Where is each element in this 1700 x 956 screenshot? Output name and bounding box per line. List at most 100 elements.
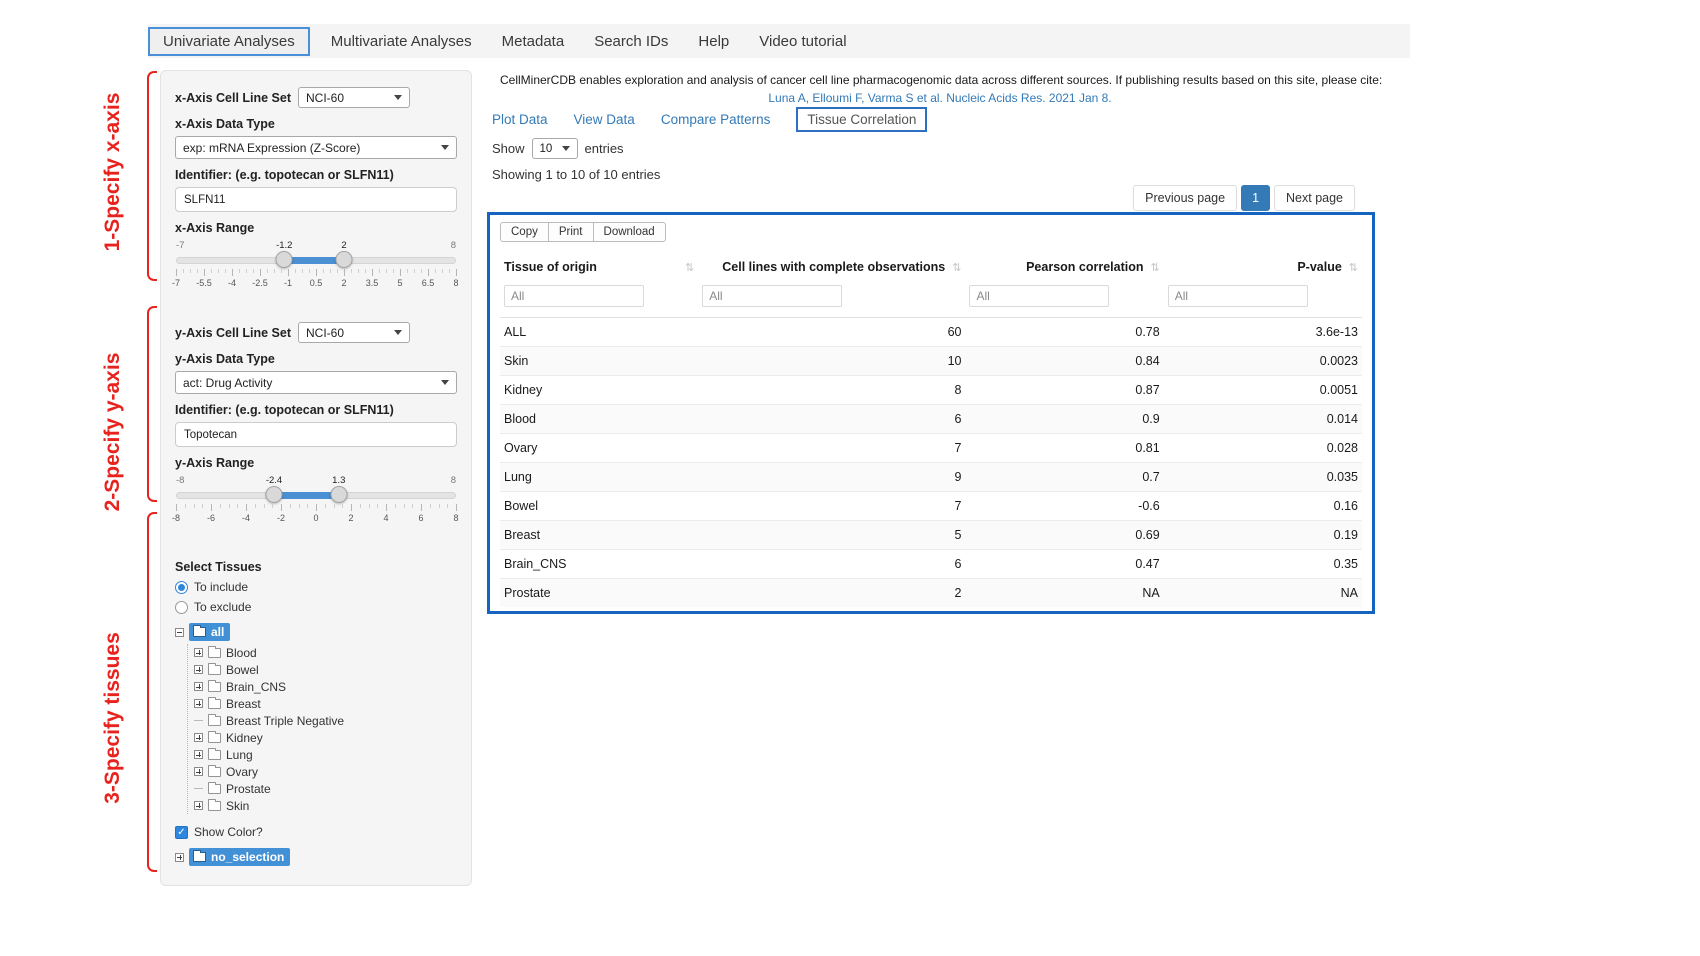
sort-icon[interactable]: ⇅ (685, 261, 694, 274)
tab-video-tutorial[interactable]: Video tutorial (744, 27, 861, 56)
slider-handle-high[interactable] (330, 486, 347, 503)
y-cell-line-set-select[interactable]: NCI-60 (298, 322, 410, 343)
slider-minor-tick (365, 269, 366, 273)
tree-item-kidney[interactable]: Kidney (194, 729, 457, 746)
filter-pvalue-input[interactable] (1168, 285, 1308, 307)
filter-tissue-input[interactable] (504, 285, 644, 307)
correlation-table-container: Copy Print Download Tissue of origin⇅ Ce… (487, 212, 1375, 614)
tab-univariate-analyses[interactable]: Univariate Analyses (148, 27, 310, 56)
x-cell-line-set-value: NCI-60 (306, 91, 344, 105)
y-identifier-input[interactable] (175, 422, 457, 447)
cell-value: 0.014 (1164, 405, 1362, 434)
print-button[interactable]: Print (548, 222, 594, 242)
tab-tissue-correlation[interactable]: Tissue Correlation (796, 107, 927, 132)
expand-icon[interactable] (194, 682, 203, 691)
expand-icon[interactable] (175, 853, 184, 862)
expand-icon[interactable] (194, 801, 203, 810)
tree-item-ovary[interactable]: Ovary (194, 763, 457, 780)
x-cell-line-set-select[interactable]: NCI-60 (298, 87, 410, 108)
tree-item-no-selection[interactable]: no_selection (175, 848, 457, 866)
expand-icon[interactable] (194, 648, 203, 657)
expand-icon[interactable] (194, 665, 203, 674)
y-identifier-label: Identifier: (e.g. topotecan or SLFN11) (175, 403, 457, 417)
column-header-pearson[interactable]: Pearson correlation⇅ (965, 251, 1163, 283)
slider-minor-tick (302, 269, 303, 273)
filter-cell-lines-input[interactable] (702, 285, 842, 307)
sort-icon[interactable]: ⇅ (1151, 261, 1160, 274)
tree-root-node[interactable]: all (189, 623, 230, 641)
table-body: ALL600.783.6e-13Skin100.840.0023Kidney80… (500, 318, 1362, 608)
slider-minor-tick (299, 504, 300, 508)
slider-handle-low[interactable] (266, 486, 283, 503)
entries-select[interactable]: 10 (532, 138, 578, 159)
tree-item-all[interactable]: all (175, 623, 457, 641)
radio-to-exclude[interactable]: To exclude (175, 600, 457, 614)
column-header-tissue[interactable]: Tissue of origin⇅ (500, 251, 698, 283)
expand-icon[interactable] (194, 699, 203, 708)
cell-value: 0.69 (965, 521, 1163, 550)
expand-icon[interactable] (194, 733, 203, 742)
column-header-cell-lines[interactable]: Cell lines with complete observations⇅ (698, 251, 965, 283)
slider-tick-label: 8 (453, 278, 458, 288)
radio-to-include[interactable]: To include (175, 580, 457, 594)
tab-search-ids[interactable]: Search IDs (579, 27, 683, 56)
x-data-type-select[interactable]: exp: mRNA Expression (Z-Score) (175, 136, 457, 159)
annotation-bracket-2 (147, 306, 157, 502)
slider-tick-label: 2 (341, 278, 346, 288)
cell-value: 0.81 (965, 434, 1163, 463)
tree-item-brain-cns[interactable]: Brain_CNS (194, 678, 457, 695)
slider-minor-tick (412, 504, 413, 508)
entries-value: 10 (540, 143, 553, 155)
tab-metadata[interactable]: Metadata (487, 27, 580, 56)
table-row: Prostate2NANA (500, 579, 1362, 608)
folder-icon (208, 750, 221, 760)
citation-link[interactable]: Luna A, Elloumi F, Varma S et al. Nuclei… (500, 91, 1380, 105)
slider-tick-label: 6.5 (422, 278, 435, 288)
table-row: ALL600.783.6e-13 (500, 318, 1362, 347)
copy-button[interactable]: Copy (500, 222, 549, 242)
tree-item-breast[interactable]: Breast (194, 695, 457, 712)
y-range-slider[interactable]: -88-2.41.3-8-6-4-202468 (176, 475, 456, 527)
expand-icon[interactable] (194, 767, 203, 776)
expand-icon[interactable] (194, 750, 203, 759)
slider-minor-tick (218, 269, 219, 273)
slider-minor-tick (237, 504, 238, 508)
slider-tick (400, 269, 401, 276)
collapse-icon[interactable] (175, 628, 184, 637)
cell-value: 0.35 (1164, 550, 1362, 579)
cell-value: 0.84 (965, 347, 1163, 376)
slider-handle-high[interactable] (336, 251, 353, 268)
previous-page-button[interactable]: Previous page (1133, 185, 1237, 211)
tree-item-lung[interactable]: Lung (194, 746, 457, 763)
y-data-type-select[interactable]: act: Drug Activity (175, 371, 457, 394)
tree-item-bowel[interactable]: Bowel (194, 661, 457, 678)
y-data-type-label: y-Axis Data Type (175, 352, 457, 366)
slider-handle-low[interactable] (276, 251, 293, 268)
tree-item-breast-triple-negative[interactable]: Breast Triple Negative (194, 712, 457, 729)
page-1-button[interactable]: 1 (1241, 185, 1270, 211)
no-selection-node[interactable]: no_selection (189, 848, 290, 866)
sort-icon[interactable]: ⇅ (952, 261, 961, 274)
x-range-slider[interactable]: -78-1.22-7-5.5-4-2.5-10.523.556.58 (176, 240, 456, 292)
tab-help[interactable]: Help (683, 27, 744, 56)
filter-pearson-input[interactable] (969, 285, 1109, 307)
tree-item-skin[interactable]: Skin (194, 797, 457, 814)
slider-minor-tick (325, 504, 326, 508)
slider-minor-tick (439, 504, 440, 508)
download-button[interactable]: Download (593, 222, 666, 242)
tab-multivariate-analyses[interactable]: Multivariate Analyses (316, 27, 487, 56)
tab-view-data[interactable]: View Data (574, 112, 635, 127)
tissue-tree: all BloodBowelBrain_CNSBreastBreast Trip… (175, 623, 457, 814)
column-header-pvalue[interactable]: P-value⇅ (1164, 251, 1362, 283)
tab-compare-patterns[interactable]: Compare Patterns (661, 112, 771, 127)
tree-item-blood[interactable]: Blood (194, 644, 457, 661)
x-identifier-input[interactable] (175, 187, 457, 212)
next-page-button[interactable]: Next page (1274, 185, 1355, 211)
tree-item-prostate[interactable]: Prostate (194, 780, 457, 797)
tab-plot-data[interactable]: Plot Data (492, 112, 548, 127)
sort-icon[interactable]: ⇅ (1349, 261, 1358, 274)
slider-minor-tick (246, 269, 247, 273)
show-color-checkbox[interactable]: ✓ Show Color? (175, 825, 457, 839)
x-range-label: x-Axis Range (175, 221, 457, 235)
radio-to-exclude-label: To exclude (194, 600, 251, 614)
